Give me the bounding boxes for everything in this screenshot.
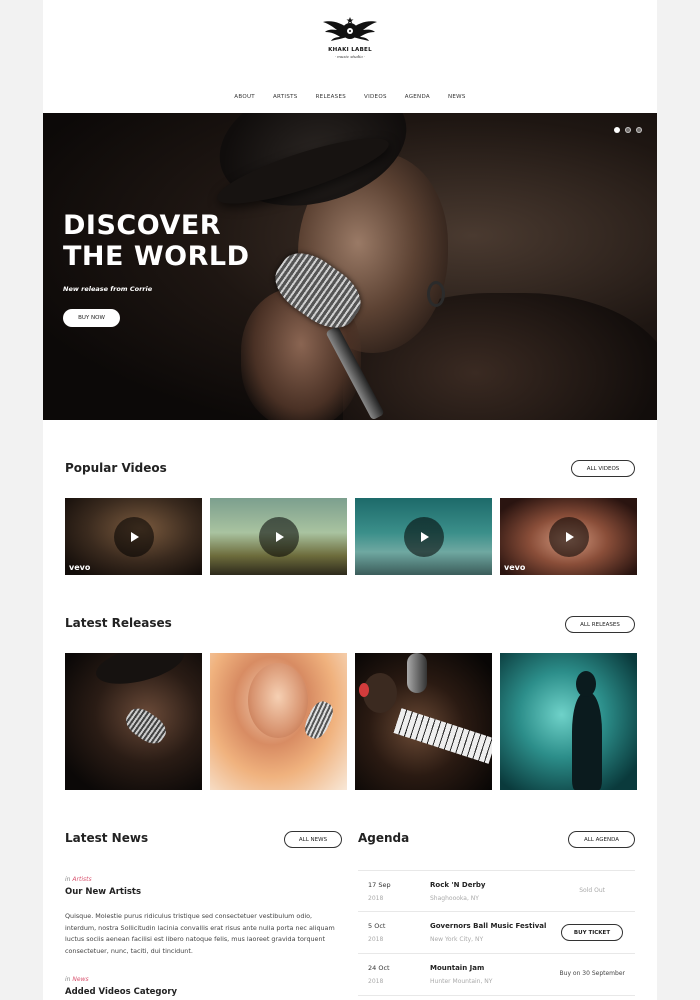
post-title[interactable]: Our New Artists (65, 887, 141, 897)
vevo-badge: vevo (69, 563, 91, 572)
play-icon[interactable] (548, 516, 589, 557)
video-thumb[interactable] (210, 498, 347, 575)
nav-videos[interactable]: VIDEOS (355, 94, 396, 100)
event-place: New York City, NY (430, 936, 484, 943)
event-name[interactable]: Governors Ball Music Festival (430, 922, 546, 930)
popular-videos-title: Popular Videos (65, 461, 167, 475)
post-category: in News (65, 976, 89, 983)
event-name[interactable]: Mountain Jam (430, 964, 484, 972)
hero-subtitle: New release from Corrie (63, 285, 153, 293)
post-category: in Artists (65, 876, 92, 883)
all-videos-button[interactable]: ALL VIDEOS (571, 460, 635, 477)
event-name[interactable]: Rock 'N Derby (430, 881, 485, 889)
agenda-title: Agenda (358, 831, 410, 845)
logo-name: KHAKI LABEL (328, 47, 372, 53)
event-date: 17 Sep (368, 881, 391, 889)
logo[interactable]: KHAKI LABEL · music studio · (43, 16, 657, 59)
play-icon[interactable] (113, 516, 154, 557)
category-link[interactable]: News (72, 976, 88, 983)
slider-dot[interactable] (636, 127, 642, 133)
vevo-badge: vevo (504, 563, 526, 572)
latest-releases-title: Latest Releases (65, 616, 172, 630)
page: KHAKI LABEL · music studio · ABOUT ARTIS… (43, 0, 657, 1000)
release-cover[interactable] (500, 653, 637, 790)
event-place: Shaghoooka, NY (430, 895, 479, 902)
event-year: 2018 (368, 978, 384, 985)
hero-title: DISCOVER THE WORLD (63, 210, 250, 272)
category-link[interactable]: Artists (72, 876, 91, 883)
post-title[interactable]: Added Videos Category (65, 987, 177, 997)
slider-dot[interactable] (614, 127, 620, 133)
release-cover[interactable] (65, 653, 202, 790)
release-cover[interactable] (210, 653, 347, 790)
nav-news[interactable]: NEWS (439, 94, 475, 100)
nav-releases[interactable]: RELEASES (307, 94, 355, 100)
event-year: 2018 (368, 936, 384, 943)
video-thumb[interactable]: vevo (65, 498, 202, 575)
buy-ticket-button[interactable]: BUY TICKET (561, 924, 623, 941)
logo-tagline: · music studio · (334, 54, 366, 59)
winged-record-logo-icon (323, 17, 377, 41)
latest-news-title: Latest News (65, 831, 149, 845)
event-status: Sold Out (579, 887, 605, 894)
all-agenda-button[interactable]: ALL AGENDA (568, 831, 635, 848)
nav-about[interactable]: ABOUT (225, 94, 264, 100)
all-news-button[interactable]: ALL NEWS (284, 831, 342, 848)
slider-dots (614, 127, 642, 133)
nav-agenda[interactable]: AGENDA (396, 94, 439, 100)
event-date: 24 Oct (368, 964, 390, 972)
event-status: Buy on 30 September (559, 970, 625, 977)
nav-artists[interactable]: ARTISTS (264, 94, 307, 100)
videos-grid: vevo vevo (65, 498, 637, 575)
slider-dot[interactable] (625, 127, 631, 133)
post-excerpt: Quisque. Molestie purus ridiculus tristi… (65, 912, 335, 955)
agenda-row[interactable]: 5 Oct 2018 Governors Ball Music Festival… (358, 912, 635, 954)
video-thumb[interactable] (355, 498, 492, 575)
release-cover[interactable] (355, 653, 492, 790)
all-releases-button[interactable]: ALL RELEASES (565, 616, 635, 633)
play-icon[interactable] (258, 516, 299, 557)
event-date: 5 Oct (368, 922, 386, 930)
main-nav: ABOUT ARTISTS RELEASES VIDEOS AGENDA NEW… (43, 94, 657, 100)
hero-slider: DISCOVER THE WORLD New release from Corr… (43, 113, 657, 420)
video-thumb[interactable]: vevo (500, 498, 637, 575)
agenda-list: 17 Sep 2018 Rock 'N Derby Shaghoooka, NY… (358, 870, 635, 996)
releases-grid (65, 653, 637, 790)
buy-now-button[interactable]: BUY NOW (63, 309, 120, 327)
agenda-row[interactable]: 24 Oct 2018 Mountain Jam Hunter Mountain… (358, 954, 635, 996)
agenda-row[interactable]: 17 Sep 2018 Rock 'N Derby Shaghoooka, NY… (358, 870, 635, 912)
event-year: 2018 (368, 895, 384, 902)
play-icon[interactable] (403, 516, 444, 557)
event-place: Hunter Mountain, NY (430, 978, 493, 985)
